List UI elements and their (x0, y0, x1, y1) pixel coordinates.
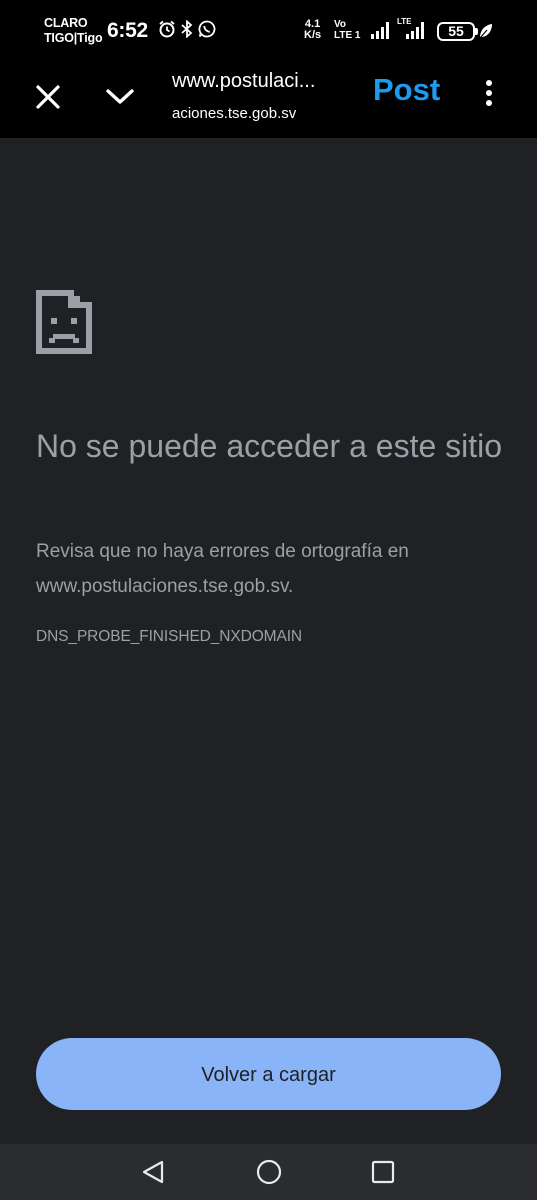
more-vert-icon (478, 80, 500, 106)
recents-square-icon (371, 1160, 395, 1184)
page-url: aciones.tse.gob.sv (172, 105, 297, 122)
minimize-button[interactable] (103, 82, 137, 112)
battery-icon: 55 (437, 22, 478, 41)
nav-back-button[interactable] (140, 1158, 168, 1186)
carrier-label: CLARO TIGO|Tigo (44, 16, 103, 46)
url-display[interactable]: www.postulaci... aciones.tse.gob.sv (160, 68, 360, 130)
status-icons (158, 20, 216, 38)
leaf-icon (479, 24, 492, 39)
status-time: 6:52 (107, 19, 148, 42)
error-code: DNS_PROBE_FINISHED_NXDOMAIN (36, 628, 303, 645)
error-description: Revisa que no haya errores de ortografía… (36, 541, 409, 597)
sad-document-icon (36, 290, 92, 354)
nav-recents-button[interactable] (369, 1158, 397, 1186)
alarm-icon (159, 20, 175, 38)
network-speed: 4.1 K/s (304, 19, 321, 41)
top-bar: CLARO TIGO|Tigo 6:52 4.1 K/s Vo LTE 1 LT… (0, 0, 537, 138)
whatsapp-icon (198, 20, 216, 38)
close-icon (36, 85, 60, 109)
battery-level: 55 (448, 23, 464, 39)
error-page: No se puede acceder a este sitio Revisa … (0, 138, 537, 1144)
post-button[interactable]: Post (373, 72, 440, 108)
close-button[interactable] (33, 82, 63, 112)
chevron-down-icon (106, 89, 134, 104)
page-title: www.postulaci... (172, 70, 316, 92)
signal-icon (406, 22, 424, 39)
bluetooth-icon (181, 20, 193, 38)
signal-icon (371, 22, 389, 39)
carrier-line-1: CLARO (44, 16, 88, 30)
volte-line-1: Vo (334, 19, 347, 30)
error-title: No se puede acceder a este sitio (36, 428, 503, 464)
reload-button[interactable]: Volver a cargar (36, 1038, 501, 1110)
volte-indicator: Vo LTE 1 (334, 19, 360, 41)
back-triangle-icon (142, 1160, 164, 1184)
volte-line-2: LTE 1 (334, 30, 361, 41)
system-nav-bar (0, 1144, 537, 1200)
network-speed-unit: K/s (304, 29, 322, 41)
status-bar: CLARO TIGO|Tigo 6:52 4.1 K/s Vo LTE 1 LT… (0, 0, 537, 60)
nav-home-button[interactable] (255, 1158, 283, 1186)
carrier-line-2: TIGO|Tigo (44, 31, 103, 45)
more-options-button[interactable] (478, 80, 500, 112)
home-circle-icon (256, 1159, 282, 1185)
browser-toolbar: www.postulaci... aciones.tse.gob.sv Post (0, 60, 537, 138)
